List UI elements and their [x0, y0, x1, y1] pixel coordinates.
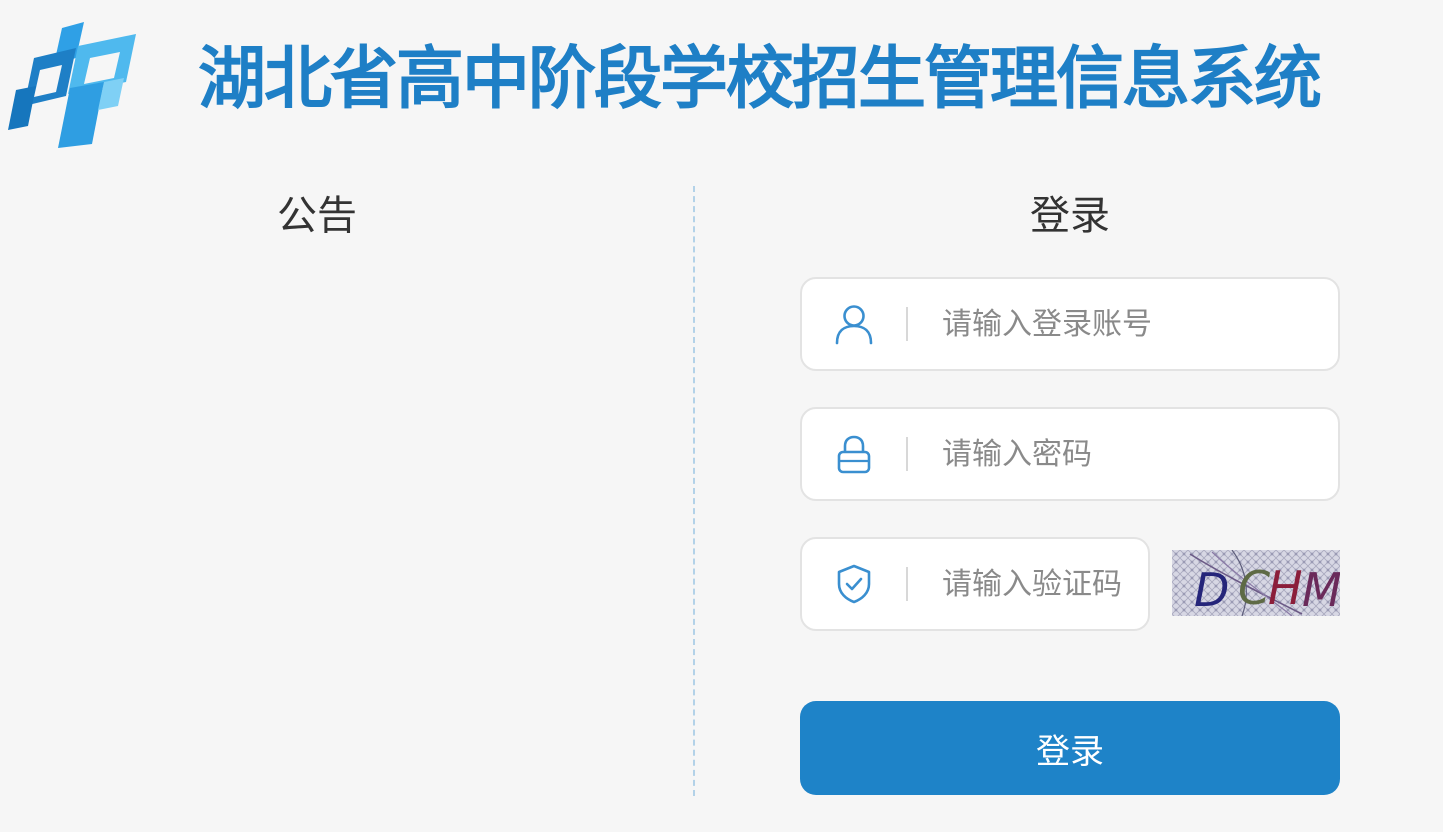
- captcha-field[interactable]: [800, 537, 1150, 631]
- captcha-image[interactable]: D C H M: [1172, 550, 1340, 616]
- login-page: 湖北省高中阶段学校招生管理信息系统 公告 登录 请输入登录账号 请输入验证码 D…: [0, 0, 1443, 832]
- field-separator: [906, 567, 908, 601]
- captcha-input[interactable]: [942, 557, 1138, 611]
- password-input[interactable]: [942, 427, 1322, 481]
- section-divider: [693, 186, 695, 796]
- account-field[interactable]: [800, 277, 1340, 371]
- field-separator: [906, 307, 908, 341]
- svg-text:C: C: [1238, 561, 1270, 615]
- brand-logo-icon: [8, 22, 136, 148]
- field-separator: [906, 437, 908, 471]
- password-field[interactable]: [800, 407, 1340, 501]
- login-heading: 登录: [1030, 193, 1110, 239]
- notice-heading: 公告: [277, 193, 357, 239]
- svg-text:M: M: [1302, 563, 1340, 616]
- svg-text:H: H: [1268, 561, 1303, 615]
- svg-text:D: D: [1194, 563, 1229, 616]
- login-button[interactable]: 登录: [800, 701, 1340, 795]
- account-input[interactable]: [942, 297, 1322, 351]
- shield-check-icon: [837, 564, 871, 604]
- user-icon: [835, 305, 873, 345]
- app-title: 湖北省高中阶段学校招生管理信息系统: [198, 40, 1322, 119]
- lock-icon: [837, 435, 871, 474]
